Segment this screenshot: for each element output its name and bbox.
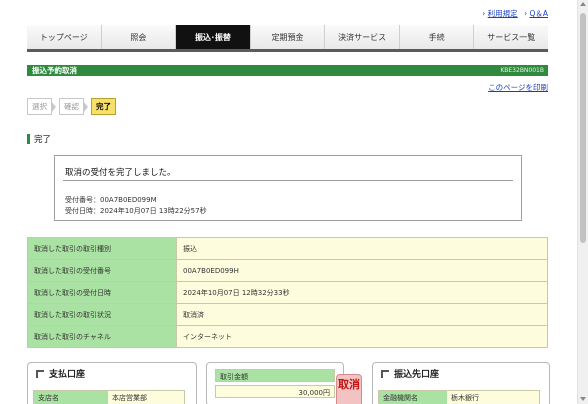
row-label: 取消した取引のチャネル [27, 325, 177, 348]
row-value: 2024年10月07日 12時32分33秒 [176, 281, 548, 304]
completion-message-box: 取消の受付を完了しました。 受付番号：00A7B0ED099M 受付日時：202… [54, 155, 522, 221]
amount-panel: 取引金額 30,000円 [206, 362, 344, 404]
row-value: 振込 [176, 237, 548, 260]
row-label: 取消した取引の受付番号 [27, 259, 177, 282]
divider [63, 180, 513, 181]
amount-label: 取引金額 [215, 369, 335, 382]
amount-value: 30,000円 [215, 385, 335, 398]
corner-bracket-icon [381, 369, 389, 378]
tab-top[interactable]: トップページ [27, 25, 102, 49]
terms-link[interactable]: 利用規定 [488, 9, 518, 18]
tab-service-list[interactable]: サービス一覧 [474, 25, 549, 49]
table-row: 取消した取引の取引種別 振込 [27, 237, 548, 260]
table-row: 取消した取引の受付番号 00A7B0ED099H [27, 259, 548, 282]
cancel-stamp-icon: 取消 [336, 374, 362, 404]
screen-code: KBE32BN001B [500, 67, 544, 74]
arrow-icon: › [482, 9, 486, 18]
destination-account-panel: 振込先口座 金融機関名 栃木銀行 [372, 362, 550, 404]
tab-transfer[interactable]: 振込･振替 [176, 25, 251, 49]
tab-time-deposit[interactable]: 定期預金 [250, 25, 326, 49]
destination-account-title: 振込先口座 [394, 370, 440, 380]
step-complete: 完了 [91, 98, 116, 115]
scroll-down-icon[interactable] [580, 397, 586, 401]
table-row: 取消した取引のチャネル インターネット [27, 325, 548, 348]
destination-account-heading: 振込先口座 [381, 367, 439, 380]
tab-procedures[interactable]: 手続 [399, 25, 475, 49]
section-heading: 完了 [27, 133, 51, 145]
corner-bracket-icon [36, 369, 44, 378]
completion-message: 取消の受付を完了しました。 [65, 168, 176, 178]
row-label: 取消した取引の取引種別 [27, 237, 177, 260]
scroll-up-icon[interactable] [580, 2, 586, 6]
faq-link[interactable]: Q＆A [529, 9, 548, 18]
payment-account-heading: 支払口座 [36, 367, 85, 380]
step-select: 選択 [27, 98, 52, 115]
bank-row: 金融機関名 栃木銀行 [378, 390, 540, 404]
receipt-time: 受付日時：2024年10月07日 13時22分57秒 [65, 207, 207, 215]
arrow-icon: › [524, 9, 528, 18]
page-frame: › 利用規定 › Q＆A トップページ 照会 振込･振替 定期預金 決済サービス… [0, 0, 577, 404]
row-value: 00A7B0ED099H [176, 259, 548, 282]
branch-row: 支店名 本店営業部 [33, 390, 185, 404]
payment-account-panel: 支払口座 支店名 本店営業部 [27, 362, 197, 404]
section-marker-icon [27, 134, 30, 144]
tab-inquiry[interactable]: 照会 [101, 25, 177, 49]
branch-value: 本店営業部 [108, 391, 184, 404]
row-label: 取消した取引の受付日時 [27, 281, 177, 304]
row-label: 取消した取引の取引状況 [27, 303, 177, 326]
step-confirm: 確認 [59, 98, 84, 115]
bank-label: 金融機関名 [379, 391, 447, 404]
row-value: インターネット [176, 325, 548, 348]
section-title: 完了 [34, 135, 52, 145]
table-row: 取消した取引の受付日時 2024年10月07日 12時32分33秒 [27, 281, 548, 304]
payment-account-title: 支払口座 [49, 370, 86, 380]
page-title-bar: 振込予約取消 KBE32BN001B [27, 65, 548, 76]
vertical-scrollbar[interactable] [577, 0, 588, 404]
scrollbar-thumb[interactable] [580, 13, 586, 243]
cancelled-transaction-table: 取消した取引の取引種別 振込 取消した取引の受付番号 00A7B0ED099H … [27, 237, 548, 348]
row-value: 取消済 [176, 303, 548, 326]
step-indicator: 選択 確認 完了 [27, 98, 116, 115]
table-row: 取消した取引の取引状況 取消済 [27, 303, 548, 326]
tab-payment-service[interactable]: 決済サービス [325, 25, 400, 49]
main-nav: トップページ 照会 振込･振替 定期預金 決済サービス 手続 サービス一覧 [27, 25, 549, 52]
cancel-stamp-text: 取消 [338, 378, 360, 391]
bank-value: 栃木銀行 [447, 391, 539, 404]
page-title: 振込予約取消 [32, 66, 77, 75]
branch-label: 支店名 [34, 391, 108, 404]
print-page-link[interactable]: このページを印刷 [488, 82, 548, 93]
receipt-number: 受付番号：00A7B0ED099M [65, 196, 157, 204]
top-links: › 利用規定 › Q＆A [478, 8, 548, 19]
